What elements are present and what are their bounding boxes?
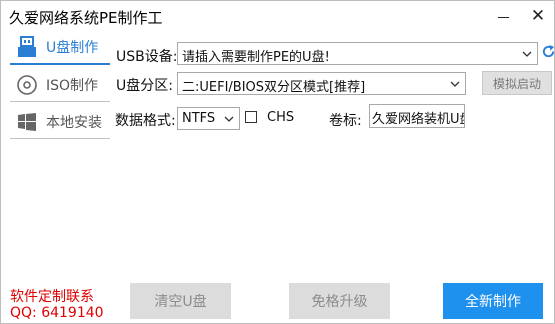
sidebar-item-label: U盘制作	[46, 40, 99, 56]
partition-select[interactable]: 二:UEFI/BIOS双分区模式[推荐]	[177, 72, 466, 95]
minimize-button[interactable]	[488, 1, 518, 31]
windows-icon	[10, 106, 44, 138]
contact-qq: QQ: 6419140	[10, 305, 104, 321]
sidebar-item-label: ISO制作	[46, 78, 99, 94]
usb-device-value: 请插入需要制作PE的U盘!	[182, 50, 330, 65]
chevron-down-icon	[450, 81, 460, 87]
clear-usb-button[interactable]: 清空U盘	[130, 283, 231, 319]
chs-checkbox[interactable]	[245, 111, 257, 123]
partition-label: U盘分区:	[116, 78, 173, 94]
format-select[interactable]: NTFS	[177, 107, 240, 130]
upgrade-button[interactable]: 免格升级	[289, 283, 390, 319]
chevron-down-icon	[522, 51, 532, 57]
format-label: 数据格式:	[115, 113, 176, 129]
volume-label: 卷标:	[329, 113, 362, 129]
volume-value: 久爱网络装机U盘	[372, 112, 465, 127]
partition-value: 二:UEFI/BIOS双分区模式[推荐]	[182, 80, 366, 95]
sidebar-item-label: 本地安装	[46, 115, 102, 131]
usb-device-label: USB设备:	[116, 49, 178, 65]
refresh-icon[interactable]	[541, 44, 555, 59]
sidebar-item-local[interactable]: 本地安装	[10, 106, 110, 139]
simulate-boot-button[interactable]: 模拟启动	[482, 71, 552, 95]
chevron-down-icon	[224, 116, 234, 122]
disc-icon	[10, 69, 44, 101]
chs-label: CHS	[267, 110, 295, 125]
app-window: 久爱网络系统PE制作工 ✕ U盘制作 ISO制作 本地安装 USB设备: 请插入…	[0, 0, 555, 324]
create-new-button[interactable]: 全新制作	[443, 283, 543, 319]
volume-input[interactable]: 久爱网络装机U盘	[369, 104, 465, 128]
sidebar-item-iso[interactable]: ISO制作	[10, 69, 110, 102]
window-title: 久爱网络系统PE制作工	[9, 9, 163, 27]
sidebar-item-usb[interactable]: U盘制作	[10, 31, 110, 65]
contact-line1: 软件定制联系	[10, 289, 94, 305]
title-bar: 久爱网络系统PE制作工 ✕	[1, 1, 554, 31]
usb-icon	[10, 31, 44, 63]
close-icon: ✕	[530, 6, 546, 26]
format-value: NTFS	[182, 111, 216, 126]
close-button[interactable]: ✕	[523, 1, 553, 31]
sidebar: U盘制作 ISO制作 本地安装	[10, 31, 110, 143]
minimize-icon	[497, 16, 509, 18]
usb-device-select[interactable]: 请插入需要制作PE的U盘!	[177, 42, 538, 65]
